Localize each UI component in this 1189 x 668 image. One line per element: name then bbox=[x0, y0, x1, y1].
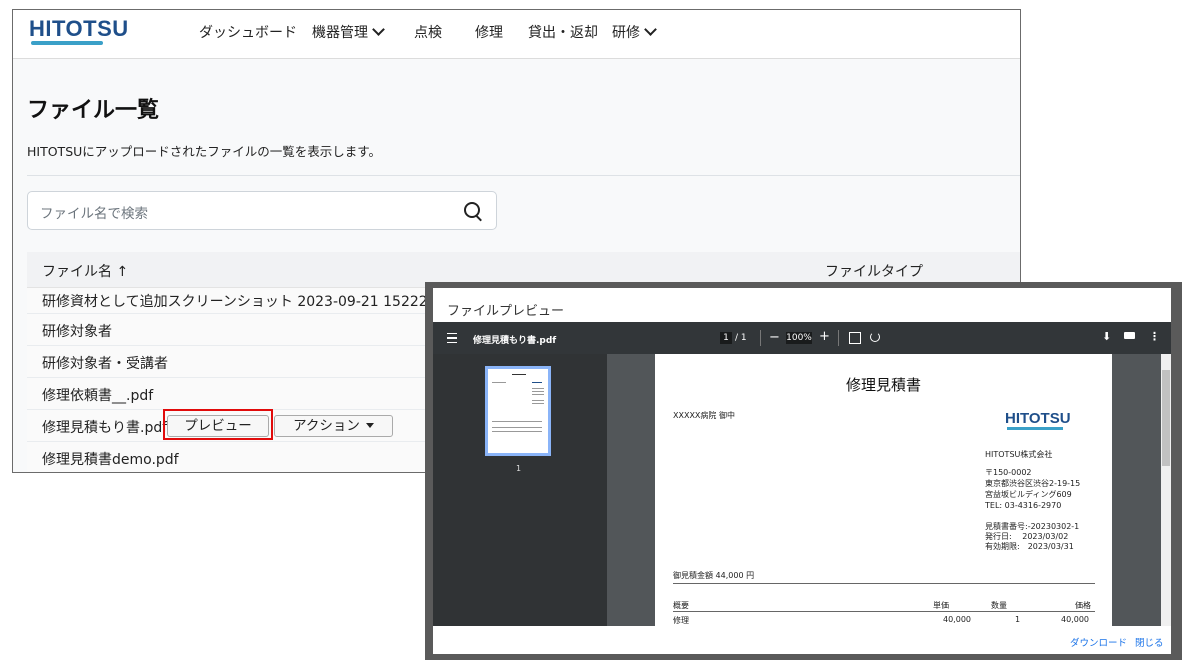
nav-inspection[interactable]: 点検 bbox=[414, 22, 442, 42]
doc-postal: 〒150-0002 bbox=[985, 468, 1032, 477]
pdf-viewer[interactable]: 修理見積書 XXXXX病院 御中 HITOTSU HITOTSU株式会社 〒15… bbox=[607, 354, 1161, 626]
toolbar-divider bbox=[838, 330, 839, 346]
file-name: 修理見積書demo.pdf bbox=[42, 452, 179, 468]
logo-underline bbox=[31, 41, 103, 45]
rotate-icon[interactable] bbox=[870, 332, 880, 342]
thumbnail-page-number: 1 bbox=[516, 464, 522, 473]
doc-divider bbox=[673, 583, 1095, 584]
scroll-thumb[interactable] bbox=[1162, 370, 1170, 466]
column-file-type[interactable]: ファイルタイプ bbox=[825, 261, 923, 281]
file-preview-window: ファイルプレビュー 修理見積もり書.pdf 1 / 1 − 100% + ⬇ ⋮ bbox=[425, 282, 1182, 660]
doc-address2: 宮益坂ビルディング609 bbox=[985, 490, 1072, 499]
doc-client: XXXXX病院 御中 bbox=[673, 411, 735, 420]
highlight-box bbox=[163, 409, 273, 440]
nav-training-label: 研修 bbox=[612, 25, 640, 41]
search-icon[interactable] bbox=[464, 202, 480, 218]
fit-page-icon[interactable] bbox=[849, 332, 861, 344]
nav-equipment[interactable]: 機器管理 bbox=[312, 22, 385, 42]
doc-company: HITOTSU株式会社 bbox=[985, 450, 1053, 459]
doc-col-unit-price: 単価 bbox=[933, 601, 949, 610]
zoom-in-icon[interactable]: + bbox=[819, 329, 830, 344]
doc-title: 修理見積書 bbox=[845, 376, 921, 394]
pdf-page: 修理見積書 XXXXX病院 御中 HITOTSU HITOTSU株式会社 〒15… bbox=[655, 354, 1112, 626]
viewer-scrollbar[interactable] bbox=[1161, 354, 1171, 626]
preview-title: ファイルプレビュー bbox=[447, 304, 565, 319]
page-title: ファイル一覧 bbox=[27, 98, 160, 123]
doc-logo-underline bbox=[1007, 427, 1063, 430]
page-thumbnail[interactable] bbox=[485, 366, 551, 456]
nav-repair[interactable]: 修理 bbox=[475, 22, 503, 42]
action-dropdown-button[interactable]: アクション bbox=[274, 415, 393, 437]
doc-item-description: 修理 bbox=[673, 616, 689, 625]
doc-total: 御見積金額 44,000 円 bbox=[673, 571, 755, 580]
doc-item-unit-price: 40,000 bbox=[943, 615, 971, 624]
chevron-down-icon bbox=[644, 23, 657, 36]
doc-col-description: 概要 bbox=[673, 601, 689, 610]
page-number-input[interactable]: 1 bbox=[720, 332, 732, 344]
search-placeholder: ファイル名で検索 bbox=[40, 206, 148, 222]
doc-logo: HITOTSU bbox=[1005, 410, 1071, 427]
file-name: 修理依頼書__.pdf bbox=[42, 388, 154, 404]
doc-item-quantity: 1 bbox=[1015, 615, 1021, 624]
doc-tel: TEL: 03-4316-2970 bbox=[985, 501, 1062, 510]
caret-down-icon bbox=[365, 423, 374, 428]
pdf-toolbar: 修理見積もり書.pdf 1 / 1 − 100% + ⬇ ⋮ bbox=[433, 322, 1171, 354]
divider bbox=[27, 175, 1020, 176]
file-name: 修理見積もり書.pdf bbox=[42, 420, 168, 436]
action-label: アクション bbox=[293, 418, 360, 434]
nav-training[interactable]: 研修 bbox=[612, 22, 657, 42]
file-name: 研修資材として追加スクリーンショット 2023-09-21 152228.png bbox=[42, 294, 468, 310]
print-icon[interactable] bbox=[1124, 332, 1135, 339]
download-icon[interactable]: ⬇ bbox=[1102, 330, 1111, 343]
file-name: 研修対象者 bbox=[42, 324, 112, 340]
nav-equipment-label: 機器管理 bbox=[312, 25, 368, 41]
more-vert-icon[interactable]: ⋮ bbox=[1149, 330, 1160, 343]
column-file-name[interactable]: ファイル名 ↑ bbox=[42, 261, 128, 281]
download-button[interactable]: ダウンロード bbox=[1070, 635, 1127, 649]
thumbnail-sidebar: 1 bbox=[433, 354, 607, 626]
menu-icon[interactable] bbox=[447, 333, 457, 343]
top-navbar: HITOTSU ダッシュボード 機器管理 点検 修理 貸出・返却 研修 bbox=[13, 10, 1020, 59]
chevron-down-icon bbox=[372, 23, 385, 36]
doc-col-quantity: 数量 bbox=[991, 601, 1007, 610]
app-logo[interactable]: HITOTSU bbox=[29, 16, 129, 42]
zoom-input[interactable]: 100% bbox=[786, 332, 812, 344]
page-description: HITOTSUにアップロードされたファイルの一覧を表示します。 bbox=[27, 144, 382, 159]
doc-col-price: 価格 bbox=[1075, 601, 1091, 610]
zoom-out-icon[interactable]: − bbox=[769, 330, 780, 345]
nav-lending[interactable]: 貸出・返却 bbox=[528, 22, 598, 42]
close-button[interactable]: 閉じる bbox=[1135, 635, 1164, 649]
file-name: 研修対象者・受講者 bbox=[42, 356, 168, 372]
doc-valid-until: 有効期限: 2023/03/31 bbox=[985, 542, 1074, 551]
page-total: / 1 bbox=[735, 333, 747, 343]
nav-dashboard[interactable]: ダッシュボード bbox=[199, 22, 297, 42]
doc-item-price: 40,000 bbox=[1061, 615, 1089, 624]
doc-address1: 東京都渋谷区渋谷2-19-15 bbox=[985, 479, 1081, 488]
preview-footer: ダウンロード 閉じる bbox=[433, 626, 1171, 654]
search-input[interactable]: ファイル名で検索 bbox=[27, 191, 497, 230]
doc-divider bbox=[673, 611, 1095, 612]
preview-dialog: ファイルプレビュー 修理見積もり書.pdf 1 / 1 − 100% + ⬇ ⋮ bbox=[433, 288, 1171, 654]
pdf-file-name: 修理見積もり書.pdf bbox=[473, 336, 557, 346]
toolbar-divider bbox=[760, 330, 761, 346]
